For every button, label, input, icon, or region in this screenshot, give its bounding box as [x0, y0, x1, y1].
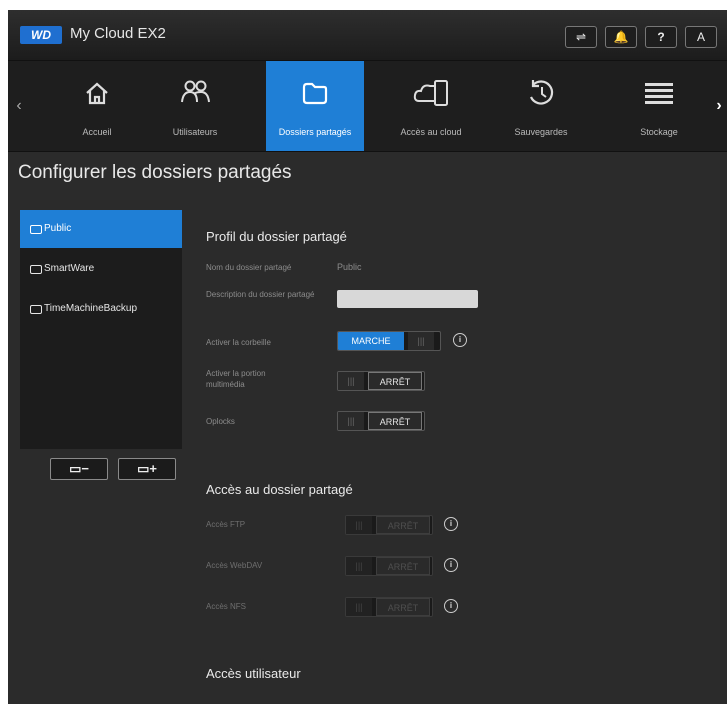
webdav-info-icon[interactable]: i	[444, 558, 458, 572]
toggle-grip: |||	[346, 598, 372, 616]
toggle-grip: |||	[338, 372, 364, 390]
ftp-access-label: Accès FTP	[206, 520, 246, 529]
description-label: Description du dossier partagé	[206, 290, 315, 299]
share-label: Public	[44, 223, 72, 234]
cloud-device-icon	[413, 80, 448, 106]
recycle-bin-toggle[interactable]: MARCHE |||	[337, 331, 441, 351]
toggle-state: ARRÊT	[376, 516, 430, 534]
share-label: TimeMachineBackup	[44, 303, 138, 314]
nav-item-accueil[interactable]: Accueil	[48, 61, 146, 151]
nfs-access-label: Accès NFS	[206, 602, 247, 611]
app-title: My Cloud EX2	[70, 25, 166, 42]
toggle-state: ARRÊT	[368, 372, 422, 390]
ftp-info-icon[interactable]: i	[444, 517, 458, 531]
ftp-access-toggle[interactable]: ||| ARRÊT	[345, 515, 433, 535]
recycle-bin-label: Activer la corbeille	[206, 338, 271, 347]
folder-icon	[30, 305, 42, 314]
media-serving-label: Activer la portion multimédia	[206, 369, 266, 389]
share-item-timemachinebackup[interactable]: TimeMachineBackup	[20, 290, 182, 328]
nav-label: Accueil	[82, 127, 112, 137]
description-input[interactable]	[337, 290, 478, 308]
main-nav: ‹ Accueil Utilisateurs Dossiers partagés…	[8, 61, 727, 152]
webdav-access-label: Accès WebDAV	[206, 561, 263, 570]
nfs-access-toggle[interactable]: ||| ARRÊT	[345, 597, 433, 617]
nfs-info-icon[interactable]: i	[444, 599, 458, 613]
toggle-state: ARRÊT	[376, 557, 430, 575]
share-label: SmartWare	[44, 263, 95, 274]
toggle-grip: |||	[408, 332, 434, 350]
toggle-state: ARRÊT	[368, 412, 422, 430]
profile-heading: Profil du dossier partagé	[206, 229, 347, 244]
usb-icon[interactable]: ⇌	[565, 26, 597, 48]
user-icon[interactable]: A	[685, 26, 717, 48]
nav-item-utilisateurs[interactable]: Utilisateurs	[146, 61, 244, 151]
page-title: Configurer les dossiers partagés	[18, 162, 292, 183]
nav-item-acces-cloud[interactable]: Accès au cloud	[382, 61, 480, 151]
toggle-state: MARCHE	[338, 332, 404, 350]
nav-label: Sauvegardes	[514, 127, 568, 137]
top-bar: WD My Cloud EX2 ⇌ 🔔 ? A	[8, 10, 727, 61]
nav-item-dossiers-partages[interactable]: Dossiers partagés	[266, 61, 364, 151]
webdav-access-toggle[interactable]: ||| ARRÊT	[345, 556, 433, 576]
toggle-grip: |||	[338, 412, 364, 430]
history-icon	[529, 80, 554, 105]
home-icon	[86, 82, 108, 105]
nav-label: Accès au cloud	[400, 127, 462, 137]
toggle-state: ARRÊT	[376, 598, 430, 616]
toggle-grip: |||	[346, 516, 372, 534]
folder-icon	[302, 82, 328, 105]
nav-right-arrow[interactable]: ›	[708, 61, 727, 151]
alert-bell-icon[interactable]: 🔔	[605, 26, 637, 48]
share-item-smartware[interactable]: SmartWare	[20, 250, 182, 288]
app-window: WD My Cloud EX2 ⇌ 🔔 ? A ‹ Accueil Utilis…	[8, 10, 727, 704]
wd-logo: WD	[20, 26, 62, 44]
share-item-public[interactable]: Public	[20, 210, 182, 248]
share-list: Public SmartWare TimeMachineBackup	[20, 210, 182, 449]
oplocks-label: Oplocks	[206, 417, 235, 426]
recycle-info-icon[interactable]: i	[453, 333, 467, 347]
nav-label: Stockage	[640, 127, 678, 137]
remove-share-button[interactable]: ▭−	[50, 458, 108, 480]
nav-label: Dossiers partagés	[278, 127, 352, 137]
share-access-heading: Accès au dossier partagé	[206, 482, 353, 497]
users-icon	[181, 80, 210, 103]
add-share-button[interactable]: ▭+	[118, 458, 176, 480]
folder-icon	[30, 265, 42, 274]
nav-left-arrow[interactable]: ‹	[8, 61, 30, 151]
media-serving-toggle[interactable]: ||| ARRÊT	[337, 371, 425, 391]
nav-label: Utilisateurs	[172, 127, 218, 137]
share-name-label: Nom du dossier partagé	[206, 263, 292, 272]
oplocks-toggle[interactable]: ||| ARRÊT	[337, 411, 425, 431]
user-access-heading: Accès utilisateur	[206, 666, 301, 681]
help-icon[interactable]: ?	[645, 26, 677, 48]
folder-icon	[30, 225, 42, 234]
nav-item-stockage[interactable]: Stockage	[610, 61, 708, 151]
storage-icon	[645, 83, 673, 104]
toggle-grip: |||	[346, 557, 372, 575]
nav-item-sauvegardes[interactable]: Sauvegardes	[492, 61, 590, 151]
share-name-value: Public	[337, 262, 362, 272]
